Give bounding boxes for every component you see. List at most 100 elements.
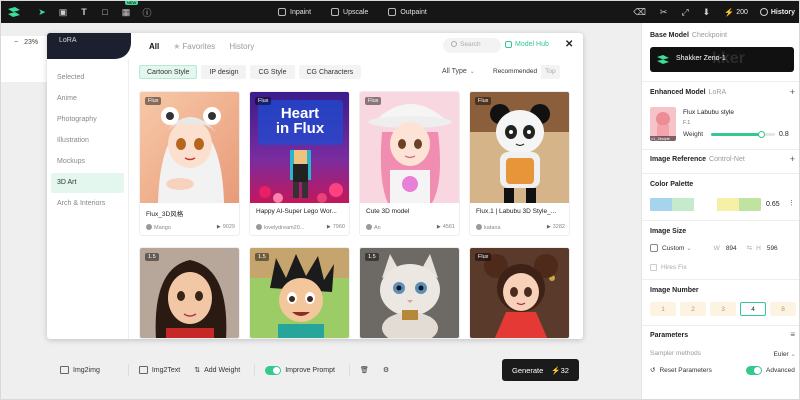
tab-all[interactable]: All xyxy=(149,42,159,51)
zoom-control[interactable]: −23% xyxy=(14,39,38,46)
img2img-button[interactable]: Img2img xyxy=(60,366,100,374)
reset-parameters-button[interactable]: ↺ Reset Parameters xyxy=(650,366,712,375)
text-tool-icon[interactable]: T xyxy=(77,5,91,19)
type-select[interactable]: All Type ⌄ xyxy=(442,68,475,75)
more-options-icon[interactable]: ⋮ xyxy=(788,199,795,207)
height-input[interactable]: 596 xyxy=(767,245,778,252)
model-card[interactable]: 1.5 xyxy=(249,247,350,339)
sort-recommended[interactable]: Recommended xyxy=(489,65,542,79)
palette-swatch[interactable] xyxy=(716,198,739,211)
category-mockups[interactable]: Mockups xyxy=(51,152,124,172)
category-arch-interiors[interactable]: Arch & Interiors xyxy=(51,194,124,214)
model-card[interactable]: Flux Cute 3D model An ▶ 4561 xyxy=(359,91,460,236)
width-input[interactable]: 894 xyxy=(726,245,737,252)
hires-fix-option[interactable]: Hires Fix xyxy=(650,264,687,271)
number-option-2[interactable]: 2 xyxy=(680,302,706,316)
improve-prompt-toggle[interactable]: Improve Prompt xyxy=(265,365,335,375)
add-weight-button[interactable]: ⇅ Add Weight xyxy=(194,366,240,375)
search-input[interactable]: Search xyxy=(443,38,501,53)
reset-icon: ↺ xyxy=(650,367,656,374)
tab-history[interactable]: History xyxy=(229,42,254,51)
close-icon[interactable]: ✕ xyxy=(565,39,573,50)
palette-value[interactable]: 0.65 xyxy=(766,201,780,208)
download-icon[interactable]: ⬇ xyxy=(703,7,711,18)
crop-tool-icon[interactable]: ▣ xyxy=(56,5,70,19)
model-card[interactable]: Heart in Flux Flux Happy AI-Super Lego Wo… xyxy=(249,91,350,236)
model-card[interactable]: 1.5 xyxy=(359,247,460,339)
number-option-4[interactable]: 4 xyxy=(740,302,766,316)
card-title: Flux.1 | Labubu 3D Style_... xyxy=(476,208,557,215)
palette-swatch[interactable] xyxy=(738,198,761,211)
category-anime[interactable]: Anime xyxy=(51,89,124,109)
upscale-button[interactable]: Upscale xyxy=(331,8,368,16)
weight-value[interactable]: 0.8 xyxy=(779,131,789,138)
chevron-down-icon: ⌄ xyxy=(686,245,692,252)
lora-thumbnail[interactable]: v1_2kstyle xyxy=(650,107,676,141)
inpaint-button[interactable]: Inpaint xyxy=(278,8,311,16)
expand-icon[interactable]: ⤢ xyxy=(681,7,688,18)
palette-swatch[interactable] xyxy=(650,198,673,211)
card-tag: Flux xyxy=(475,97,492,105)
card-tag: Flux xyxy=(255,97,272,105)
outpaint-button[interactable]: Outpaint xyxy=(388,8,427,16)
palette-swatch[interactable] xyxy=(694,198,717,211)
credits-display[interactable]: ⚡ 200 xyxy=(724,8,748,17)
number-option-3[interactable]: 3 xyxy=(710,302,736,316)
select-tool-icon[interactable]: ➤ xyxy=(35,5,49,19)
zoom-out-icon[interactable]: − xyxy=(14,39,18,46)
zoom-level: 23% xyxy=(24,39,39,46)
advanced-toggle[interactable]: Advanced xyxy=(746,366,795,375)
number-option-8[interactable]: 8 xyxy=(770,302,796,316)
shape-tool-icon[interactable]: □ xyxy=(98,5,112,19)
hires-checkbox[interactable] xyxy=(650,264,657,271)
scissors-icon[interactable]: ✂ xyxy=(660,7,668,18)
base-model-title: Base Model Checkpoint xyxy=(650,32,727,39)
img2text-button[interactable]: Img2Text xyxy=(138,366,180,374)
app-logo-icon[interactable] xyxy=(7,6,21,18)
clock-icon xyxy=(759,8,768,16)
model-hub-link[interactable]: Model Hub xyxy=(505,41,549,48)
toggle-switch[interactable] xyxy=(265,365,282,375)
add-lora-icon[interactable]: + xyxy=(790,87,795,97)
filter-ip-design[interactable]: IP design xyxy=(201,65,247,79)
aspect-lock-icon[interactable] xyxy=(650,244,658,252)
bolt-icon: ⚡ xyxy=(724,7,735,17)
trash-icon[interactable]: 🗑 xyxy=(360,366,369,374)
sliders-icon[interactable]: ≡ xyxy=(790,330,795,339)
model-card[interactable]: Flux Flux_3D风格 Mango ▶ 9029 xyxy=(139,91,240,236)
settings-icon[interactable]: ⚙ xyxy=(383,366,389,374)
category-photography[interactable]: Photography xyxy=(51,110,124,130)
category-3d-art[interactable]: 3D Art xyxy=(51,173,124,193)
add-reference-icon[interactable]: + xyxy=(790,154,795,164)
slider-handle[interactable] xyxy=(758,131,766,138)
eraser-icon[interactable]: ⌫ xyxy=(633,7,646,18)
star-icon: ★ xyxy=(173,42,181,51)
palette-swatch[interactable] xyxy=(672,198,695,211)
weight-slider[interactable] xyxy=(711,131,775,138)
divider xyxy=(254,364,256,376)
sort-top[interactable]: Top xyxy=(541,65,559,79)
history-button[interactable]: History xyxy=(759,8,795,16)
category-selected[interactable]: Selected xyxy=(51,68,124,88)
category-sidebar: Selected Anime Photography Illustration … xyxy=(47,59,129,339)
number-option-1[interactable]: 1 xyxy=(650,302,676,316)
model-card[interactable]: 1.5 xyxy=(139,247,240,339)
model-card[interactable]: Flux Flux.1 | Labubu 3D Style_... katana… xyxy=(469,91,570,236)
base-model-selector[interactable]: kker Shakker Zeno-1 xyxy=(650,47,794,72)
divider xyxy=(642,173,799,174)
link-icon[interactable]: ⇆ xyxy=(747,244,752,252)
model-card[interactable]: Flux xyxy=(469,247,570,339)
generate-button[interactable]: Generate ⚡32 xyxy=(502,359,579,381)
category-illustration[interactable]: Illustration xyxy=(51,131,124,151)
size-preset-select[interactable]: Custom ⌄ xyxy=(662,244,692,252)
color-palette[interactable] xyxy=(650,198,761,211)
grid-tool-icon[interactable]: ▦ NEW xyxy=(119,1,139,19)
sampler-select[interactable]: Euler ⌄ xyxy=(774,350,796,358)
filter-cg-style[interactable]: CG Style xyxy=(250,65,295,79)
filter-cg-characters[interactable]: CG Characters xyxy=(298,65,362,79)
card-author: lovelydream20... xyxy=(256,224,304,231)
tab-favorites[interactable]: ★ Favorites xyxy=(173,42,215,51)
filter-cartoon-style[interactable]: Cartoon Style xyxy=(139,65,198,79)
toggle-switch[interactable] xyxy=(746,366,762,375)
help-icon[interactable]: ⓘ xyxy=(140,5,154,19)
